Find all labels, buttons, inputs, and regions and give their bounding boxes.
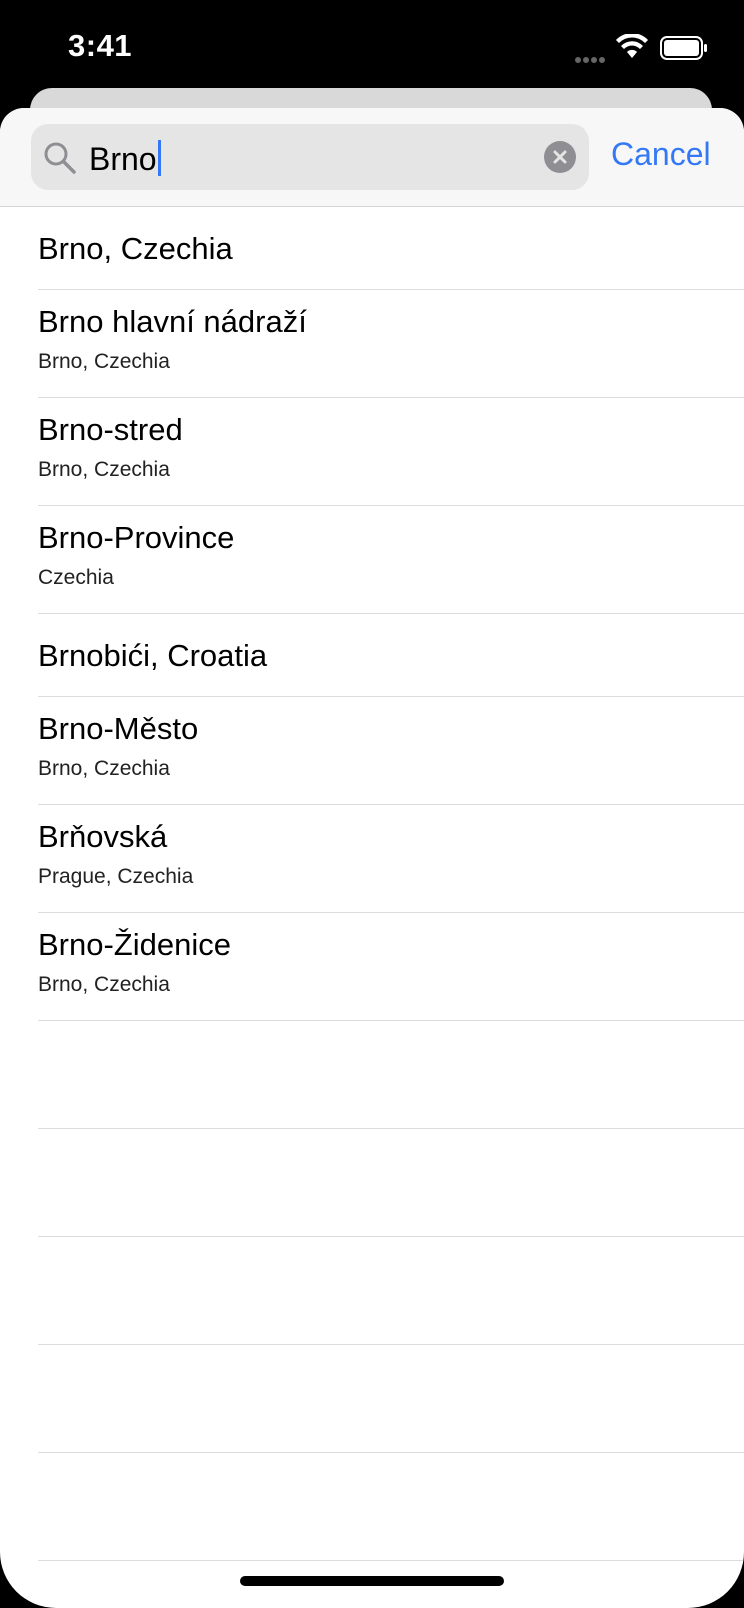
empty-row [38,1345,744,1453]
battery-icon [660,36,707,60]
result-title: Brno-stred [38,412,183,447]
result-title: Brno, Czechia [38,231,233,266]
text-cursor [157,140,161,176]
result-title: Brno hlavní nádraží [38,304,307,339]
list-item[interactable]: Brnobići, Croatia [38,614,744,697]
result-subtitle: Brno, Czechia [38,757,170,780]
empty-row [38,1237,744,1345]
result-title: Brno-Město [38,711,199,746]
clear-button[interactable] [544,141,576,173]
empty-row [38,1129,744,1237]
list-item[interactable]: Brno-Židenice Brno, Czechia [38,913,744,1021]
result-title: Brnobići, Croatia [38,638,268,673]
result-subtitle: Prague, Czechia [38,865,194,888]
wifi-icon [616,34,648,58]
empty-row [38,1453,744,1561]
home-indicator[interactable] [240,1576,504,1586]
result-title: Brno-Province [38,520,235,555]
list-item[interactable]: Brno hlavní nádraží Brno, Czechia [38,290,744,398]
result-subtitle: Czechia [38,566,114,589]
result-title: Brno-Židenice [38,927,231,962]
list-item[interactable]: Brno-Province Czechia [38,506,744,614]
result-subtitle: Brno, Czechia [38,350,170,373]
search-bar: Brno Cancel [0,108,744,207]
list-item[interactable]: Brno-stred Brno, Czechia [38,398,744,506]
empty-row [38,1021,744,1129]
search-sheet: Brno Cancel Brno, Czechia Brno hlavní ná… [0,108,744,1608]
list-item[interactable]: Brno-Město Brno, Czechia [38,697,744,805]
signal-icon [575,50,607,68]
status-bar: 3:41 [0,0,744,90]
cancel-button[interactable]: Cancel [611,136,711,172]
search-query[interactable]: Brno [89,140,161,176]
result-title: Brňovská [38,819,168,854]
result-subtitle: Brno, Czechia [38,973,170,996]
list-item[interactable]: Brno, Czechia [38,207,744,290]
search-input[interactable]: Brno [31,124,589,190]
status-time: 3:41 [68,28,133,63]
clear-icon [553,150,567,164]
result-subtitle: Brno, Czechia [38,458,170,481]
results-list: Brno, Czechia Brno hlavní nádraží Brno, … [0,207,744,1561]
list-item[interactable]: Brňovská Prague, Czechia [38,805,744,913]
search-icon [44,142,76,174]
